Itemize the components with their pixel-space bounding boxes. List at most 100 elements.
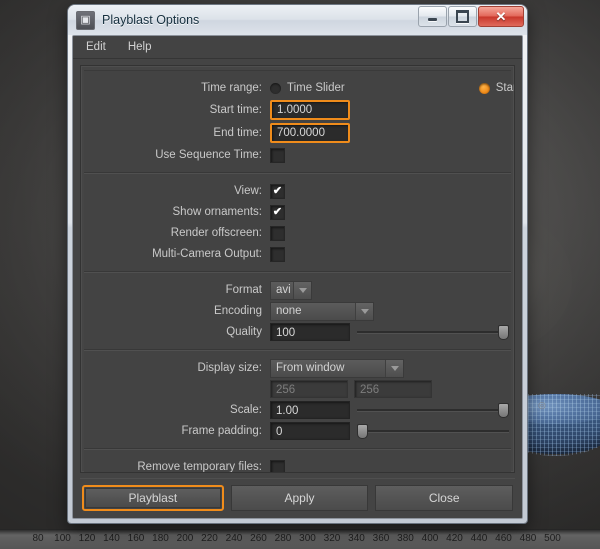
dialog-footer: Playblast Apply Close: [80, 478, 515, 512]
row-view: View: ✔: [84, 181, 511, 201]
end-time-input[interactable]: 700.0000: [270, 123, 350, 143]
scale-slider-handle[interactable]: [498, 403, 509, 418]
remove-temporary-files-checkbox[interactable]: [270, 459, 285, 472]
group-format: Format avi Encoding none Quality 100: [84, 272, 511, 350]
view-label: View:: [234, 185, 262, 197]
row-time-range: Time range: Time Slider Start/End: [84, 78, 514, 98]
row-format: Format avi: [84, 280, 511, 300]
window-client-area: Edit Help Time range: Time Slider Star S…: [72, 35, 523, 519]
timeline-tick: 280: [274, 533, 292, 544]
frame-padding-slider-handle[interactable]: [357, 424, 368, 439]
group-display-size: Display size: From window 256 256 Scale:…: [84, 350, 511, 449]
frame-padding-input[interactable]: 0: [270, 422, 350, 440]
encoding-dropdown[interactable]: none: [270, 301, 374, 321]
size-height-input[interactable]: 256: [354, 380, 432, 398]
row-size-fields: 256 256: [84, 379, 511, 399]
display-size-label: Display size:: [197, 362, 262, 374]
radio-start-end[interactable]: [478, 82, 490, 94]
playblast-options-window[interactable]: ▣ Playblast Options ✕ Edit Help Time ran…: [68, 5, 527, 523]
group-time-range: Time range: Time Slider Start/End Start …: [84, 70, 514, 173]
options-scroll-area[interactable]: Time range: Time Slider Start/End Start …: [80, 65, 515, 473]
group-output-file: Remove temporary files: Save to file: ✔ …: [84, 449, 511, 473]
quality-slider-handle[interactable]: [498, 325, 509, 340]
scale-slider-track: [357, 409, 509, 411]
row-display-size: Display size: From window: [84, 358, 511, 378]
quality-slider-track: [357, 331, 509, 333]
close-window-button[interactable]: ✕: [478, 6, 524, 27]
quality-slider[interactable]: [357, 323, 509, 341]
render-offscreen-label: Render offscreen:: [170, 227, 262, 239]
timeline-tick: 500: [544, 533, 561, 544]
show-ornaments-label: Show ornaments:: [172, 206, 263, 218]
frame-padding-label: Frame padding:: [181, 425, 262, 437]
scale-input[interactable]: 1.00: [270, 401, 350, 419]
row-remove-temporary-files: Remove temporary files:: [84, 457, 511, 473]
row-render-offscreen: Render offscreen:: [84, 223, 511, 243]
timeline-tick: 220: [201, 533, 218, 544]
timeline-tick: 160: [127, 533, 145, 544]
menu-edit[interactable]: Edit: [83, 40, 109, 54]
close-icon: ✕: [495, 9, 507, 24]
timeline-tick: 140: [103, 533, 120, 544]
frame-padding-slider[interactable]: [357, 422, 509, 440]
start-time-input[interactable]: 1.0000: [270, 100, 350, 120]
format-value: avi: [276, 284, 291, 296]
end-time-label: End time:: [213, 127, 262, 139]
start-time-label: Start time:: [209, 104, 262, 116]
size-fields: 256 256: [270, 380, 432, 398]
timeline-tick: 200: [176, 533, 194, 544]
radio-time-slider[interactable]: [270, 82, 281, 94]
timeline-tick: 320: [323, 533, 341, 544]
window-titlebar[interactable]: ▣ Playblast Options ✕: [68, 5, 527, 35]
maximize-button[interactable]: [448, 6, 477, 27]
timeline-tick: 240: [225, 533, 243, 544]
screen-root: ◎ 80 100 120 140 160 180 200 220 240 260 280 300 320…: [0, 0, 600, 549]
group-view-options: View: ✔ Show ornaments: ✔ Render offscre…: [84, 173, 511, 272]
timeline-tick: 80: [32, 533, 44, 544]
timeline-tick: 440: [470, 533, 488, 544]
apply-button[interactable]: Apply: [230, 485, 369, 511]
quality-input[interactable]: 100: [270, 323, 350, 341]
radio-time-slider-label[interactable]: Time Slider: [287, 82, 345, 94]
timeline-tick: 260: [250, 533, 267, 544]
playblast-button-wrapper: Playblast: [82, 485, 224, 511]
row-encoding: Encoding none: [84, 301, 511, 321]
format-dropdown[interactable]: avi: [270, 280, 312, 300]
timeline-tick: 380: [397, 533, 414, 544]
multi-camera-output-checkbox[interactable]: [270, 246, 285, 262]
playblast-button[interactable]: Playblast: [85, 488, 221, 508]
maya-app-icon: ▣: [76, 10, 95, 30]
display-size-dropdown[interactable]: From window: [270, 358, 404, 378]
use-sequence-time-label: Use Sequence Time:: [155, 149, 262, 161]
scale-slider[interactable]: [357, 401, 509, 419]
row-multi-camera-output: Multi-Camera Output:: [84, 244, 511, 264]
radio-start-end-label[interactable]: Start/End: [496, 82, 514, 94]
use-sequence-time-checkbox[interactable]: [270, 147, 285, 163]
menubar: Edit Help: [73, 36, 522, 59]
menu-help[interactable]: Help: [125, 40, 155, 54]
multi-camera-output-label: Multi-Camera Output:: [152, 248, 262, 260]
row-show-ornaments: Show ornaments: ✔: [84, 202, 511, 222]
render-offscreen-checkbox[interactable]: [270, 225, 285, 241]
chevron-down-icon: [355, 302, 373, 320]
timeline-tick: 360: [372, 533, 390, 544]
row-use-sequence-time: Use Sequence Time:: [84, 145, 511, 165]
timeline-ruler[interactable]: 80 100 120 140 160 180 200 220 240 260 280 300 320 34…: [0, 529, 600, 549]
quality-label: Quality: [226, 326, 262, 338]
timeline-tick: 180: [152, 533, 169, 544]
encoding-label: Encoding: [214, 305, 262, 317]
time-range-label: Time range:: [201, 82, 262, 94]
scale-label: Scale:: [230, 404, 262, 416]
remove-temporary-files-label: Remove temporary files:: [137, 461, 262, 473]
minimize-button[interactable]: [418, 6, 447, 27]
view-checkbox[interactable]: ✔: [270, 183, 285, 199]
row-start-time: Start time: 1.0000: [84, 99, 511, 121]
size-width-input[interactable]: 256: [270, 380, 348, 398]
row-end-time: End time: 700.0000: [84, 122, 511, 144]
close-button[interactable]: Close: [375, 485, 514, 511]
manipulator-handle-icon[interactable]: ◎: [538, 401, 547, 410]
chevron-down-icon: [385, 359, 403, 377]
show-ornaments-checkbox[interactable]: ✔: [270, 204, 285, 220]
chevron-down-icon: [293, 281, 311, 299]
row-scale: Scale: 1.00: [84, 400, 511, 420]
